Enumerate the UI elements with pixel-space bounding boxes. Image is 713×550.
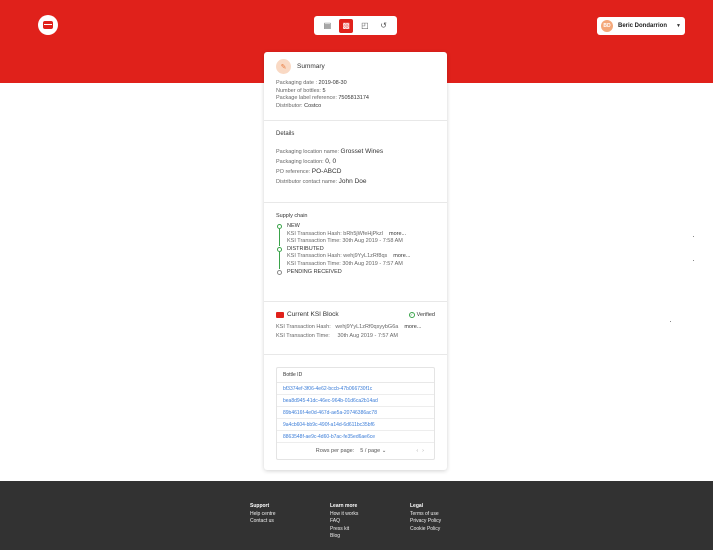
summary-section: ✎ Summary Packaging date : 2019-08-30 Nu… xyxy=(264,52,447,121)
bottle-id-header: Bottle ID xyxy=(277,368,434,383)
po-value: PO-ABCD xyxy=(311,168,342,175)
table-row[interactable]: bea8d945-41dc-46ec-964b-01d6ca2b14ad xyxy=(277,395,434,407)
ksi-time: 30th Aug 2019 - 7:57 AM xyxy=(337,333,398,339)
chain-step: DISTRIBUTED KSI Transaction Hash: wehj9Y… xyxy=(276,246,435,269)
supply-chain-title: Supply chain xyxy=(276,213,308,219)
contact-value: John Doe xyxy=(338,178,367,185)
bottle-icon[interactable]: ▩ xyxy=(339,18,354,33)
verified-label: Verified xyxy=(416,311,435,318)
footer-link[interactable]: Privacy Policy xyxy=(410,518,441,526)
footer-link[interactable]: Press kit xyxy=(330,526,358,534)
footer-heading: Legal xyxy=(410,503,424,509)
divider xyxy=(693,236,694,237)
clock-icon xyxy=(277,269,282,275)
ksi-block-section: Current KSI Block ✓ Verified KSI Transact… xyxy=(264,302,447,355)
contact-label: Distributor contact name: xyxy=(276,179,338,185)
packaging-date-label: Packaging date : xyxy=(276,80,317,86)
location-label: Packaging location: xyxy=(276,159,324,165)
footer-link[interactable]: FAQ xyxy=(330,518,358,526)
details-section: Details Packaging location name: Grosset… xyxy=(264,121,447,203)
distributor-label: Distributor: xyxy=(276,102,303,109)
bottle-table: Bottle ID bf3374ef-3f06-4e62-bccb-47b066… xyxy=(276,367,435,460)
footer-link[interactable]: Cookie Policy xyxy=(410,526,441,534)
bottles-label: Number of bottles: xyxy=(276,87,321,94)
footer-heading: Support xyxy=(250,503,270,509)
packaging-date-value: 2019-08-30 xyxy=(318,80,347,86)
location-name-value: Grosset Wines xyxy=(340,148,384,155)
table-row[interactable]: 8863548f-ae9c-4d60-b7ac-fe35ed6ae6ce xyxy=(277,431,434,443)
divider xyxy=(670,321,671,322)
summary-title: Summary xyxy=(297,63,325,70)
more-link[interactable]: more... xyxy=(404,324,421,330)
check-circle-icon: ✓ xyxy=(408,311,415,318)
ksi-time-label: KSI Transaction Time: xyxy=(276,333,330,339)
chain-step: NEW KSI Transaction Hash: bRh5jWfeHjPkzl… xyxy=(276,223,435,246)
step-status: DISTRIBUTED xyxy=(287,245,324,252)
location-name-label: Packaging location name: xyxy=(276,149,339,155)
main-nav: ▤ ▩ ◰ ↺ xyxy=(314,16,397,35)
bottle-logo-icon xyxy=(43,21,53,29)
verified-badge: ✓ Verified xyxy=(408,311,435,318)
table-row[interactable]: 89b4616f-4e0d-467d-ae5a-20746386ac78 xyxy=(277,407,434,419)
chain-step: PENDING RECEIVED xyxy=(276,269,435,277)
bell-icon[interactable]: ◰ xyxy=(358,19,372,33)
app-logo[interactable] xyxy=(38,15,58,35)
footer-link[interactable]: Blog xyxy=(330,533,358,541)
footer: Support Help centre Contact us Learn mor… xyxy=(0,481,713,550)
step-time: 30th Aug 2019 - 7:57 AM xyxy=(342,260,403,267)
pagination: Rows per page: 5 / page ⌄ ‹› xyxy=(277,443,434,459)
avatar: BD xyxy=(601,20,613,32)
step-hash-label: KSI Transaction Hash: xyxy=(287,253,342,260)
step-time-label: KSI Transaction Time: xyxy=(287,260,341,267)
footer-link[interactable]: Terms of use xyxy=(410,511,441,519)
ksi-title: Current KSI Block xyxy=(287,311,339,318)
location-value: 0, 0 xyxy=(325,158,337,165)
rows-per-page-label: Rows per page: xyxy=(315,448,355,454)
block-icon xyxy=(276,311,284,318)
po-label: PO reference: xyxy=(276,169,311,175)
exit-icon[interactable]: ↺ xyxy=(377,19,391,33)
footer-heading: Learn more xyxy=(330,503,358,509)
chart-icon[interactable]: ▤ xyxy=(320,19,334,33)
step-time-label: KSI Transaction Time: xyxy=(287,238,341,245)
user-name: Beric Dondarrion xyxy=(618,23,668,29)
footer-support: Support Help centre Contact us xyxy=(250,503,276,526)
step-status: NEW xyxy=(287,223,300,229)
bottle-table-section: Bottle ID bf3374ef-3f06-4e62-bccb-47b066… xyxy=(264,355,447,460)
details-title: Details xyxy=(276,131,295,137)
footer-learn: Learn more How it works FAQ Press kit Bl… xyxy=(330,503,358,541)
more-link[interactable]: more... xyxy=(389,231,406,237)
caret-down-icon: ▼ xyxy=(676,23,681,29)
step-status: PENDING RECEIVED xyxy=(287,268,342,275)
rows-per-page-select[interactable]: 5 / page ⌄ xyxy=(360,448,386,454)
table-row[interactable]: 9a4cb604-bb9c-490f-a14d-6d611bc35bf6 xyxy=(277,419,434,431)
footer-link[interactable]: How it works xyxy=(330,511,358,519)
user-menu[interactable]: BD Beric Dondarrion ▼ xyxy=(597,17,685,35)
table-row[interactable]: bf3374ef-3f06-4e62-bccb-47b066730f1c xyxy=(277,383,434,395)
footer-legal: Legal Terms of use Privacy Policy Cookie… xyxy=(410,503,441,533)
supply-chain-section: Supply chain NEW KSI Transaction Hash: b… xyxy=(264,203,447,302)
pencil-icon: ✎ xyxy=(276,59,291,74)
step-hash: bRh5jWfeHjPkzl xyxy=(343,230,383,237)
divider xyxy=(693,260,694,261)
rows-per-page-value: 5 / page xyxy=(360,448,381,454)
footer-link[interactable]: Help centre xyxy=(250,511,276,519)
footer-link[interactable]: Contact us xyxy=(250,518,276,526)
ksi-hash-label: KSI Transaction Hash: xyxy=(276,324,331,330)
ksi-hash: wehj9YyL1zRf0qsyybG6a xyxy=(335,324,399,330)
bottles-value: 5 xyxy=(322,87,326,94)
next-page-icon[interactable]: › xyxy=(422,448,428,454)
step-hash: wehj9YyL1zRf8qs xyxy=(343,253,388,260)
distributor-value: Costco xyxy=(304,102,322,109)
label-ref-label: Package label reference: xyxy=(276,95,337,102)
step-hash-label: KSI Transaction Hash: xyxy=(287,230,342,237)
bottle-details-card: ✎ Summary Packaging date : 2019-08-30 Nu… xyxy=(264,52,447,470)
more-link[interactable]: more... xyxy=(393,253,410,259)
label-ref-value: 7505813174 xyxy=(338,95,369,102)
step-time: 30th Aug 2019 - 7:58 AM xyxy=(342,238,403,245)
